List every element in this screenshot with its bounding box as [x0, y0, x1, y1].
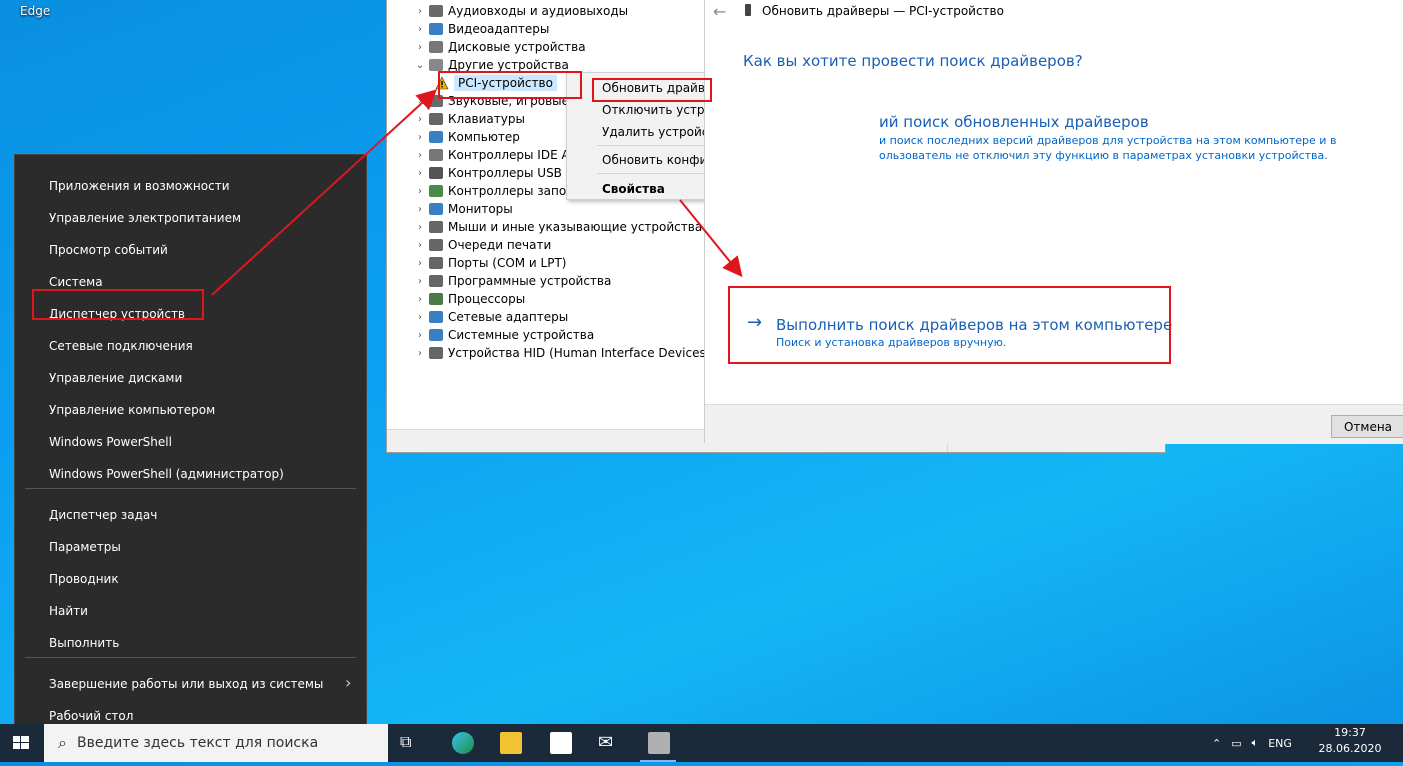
task-view-icon[interactable]: ⧉: [400, 732, 422, 754]
arrow-to-browse: [679, 199, 743, 278]
clock[interactable]: 19:37 28.06.2020: [1318, 726, 1382, 755]
network-tray-icon[interactable]: ▭: [1231, 737, 1241, 750]
volume-icon[interactable]: 🔈︎: [1252, 736, 1259, 750]
clock-date: 28.06.2020: [1318, 742, 1382, 755]
search-icon: ⌕: [58, 733, 67, 752]
annotation-arrows: [211, 89, 743, 296]
tray-icons: ⌃ ▭ 🔈︎ ENG: [1212, 724, 1292, 762]
store-icon[interactable]: [550, 732, 572, 754]
search-placeholder: Введите здесь текст для поиска: [76, 735, 319, 751]
start-button[interactable]: [0, 724, 44, 762]
windows-logo-icon: [13, 736, 29, 749]
mail-icon[interactable]: ✉: [598, 732, 620, 754]
arrow-to-pci: [211, 89, 437, 296]
taskbar-search[interactable]: ⌕ Введите здесь текст для поиска: [44, 724, 388, 762]
edge-icon[interactable]: [452, 732, 474, 754]
file-explorer-icon[interactable]: [500, 732, 522, 754]
clock-time: 19:37: [1334, 726, 1366, 739]
language-indicator[interactable]: ENG: [1268, 737, 1292, 750]
chevron-up-icon[interactable]: ⌃: [1212, 737, 1221, 750]
taskbar: ⌕ Введите здесь текст для поиска ⧉ ✉ ⌃ ▭…: [0, 724, 1403, 762]
device-manager-taskbar-icon[interactable]: [648, 732, 670, 754]
